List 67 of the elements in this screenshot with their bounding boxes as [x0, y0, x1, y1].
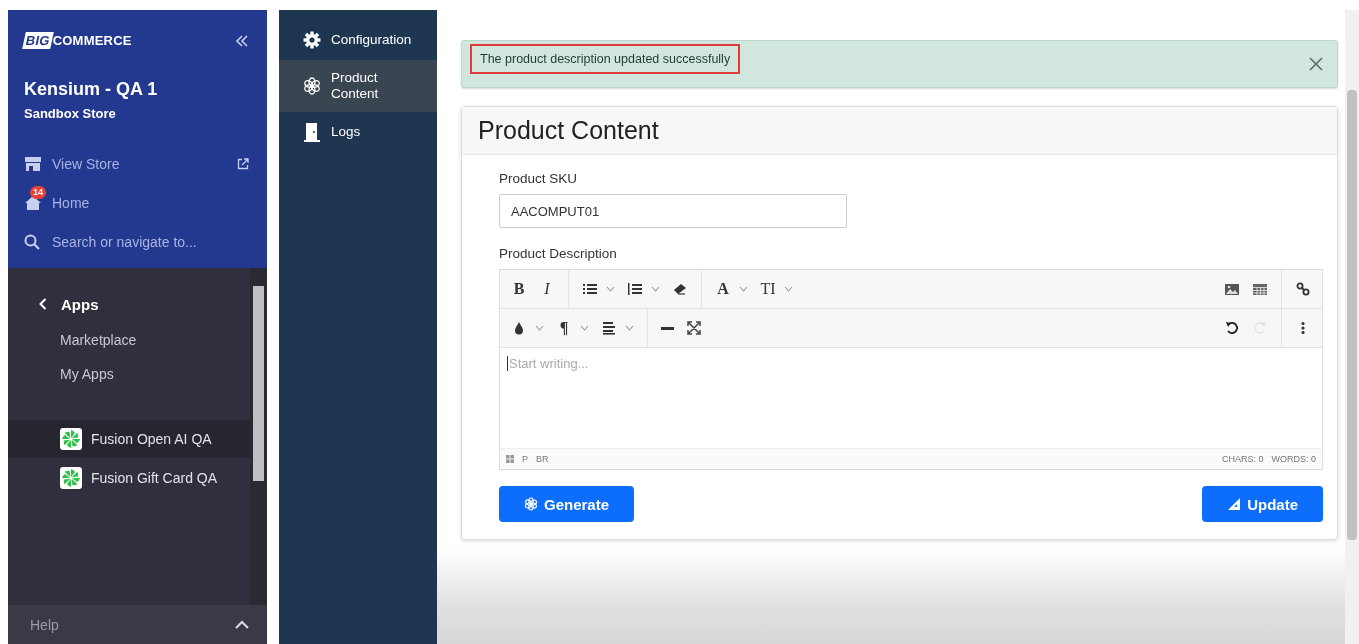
search-field[interactable]: Search or navigate to... — [52, 233, 251, 250]
chevron-down-icon — [625, 325, 634, 331]
element-path[interactable]: BR — [536, 454, 549, 464]
scrollbar[interactable] — [1345, 10, 1359, 644]
image-icon — [1224, 281, 1240, 297]
link-icon — [1295, 281, 1311, 297]
search-icon — [24, 233, 40, 250]
collapse-icon[interactable] — [235, 34, 249, 47]
store-name: Kensium - QA 1 — [24, 79, 159, 100]
section-title[interactable]: Apps — [61, 295, 99, 313]
chevron-down-icon — [784, 286, 793, 292]
scrollbar[interactable] — [250, 268, 267, 605]
notification-badge: 14 — [30, 185, 46, 199]
list-icon — [582, 281, 598, 297]
fullscreen-icon — [686, 320, 702, 336]
toolbar-button[interactable]: ¶ — [553, 319, 592, 337]
nav-link[interactable]: Marketplace — [8, 332, 250, 348]
ruler-triangle-icon — [1227, 497, 1242, 511]
eraser-icon — [672, 281, 688, 297]
toolbar-button[interactable]: B — [508, 280, 530, 298]
word-count: WORDS: 0 — [1271, 454, 1316, 464]
card-title: Product Content — [478, 116, 659, 145]
sku-field[interactable]: AACOMPUT01 — [499, 194, 847, 228]
door-icon — [304, 122, 320, 142]
pinwheel-icon — [60, 428, 82, 450]
store-type: Sandbox Store — [24, 106, 117, 121]
chevron-down-icon — [606, 286, 615, 292]
flower-icon — [303, 77, 321, 95]
nav-link[interactable]: Home — [52, 194, 251, 211]
placeholder-text: Start writing... — [507, 356, 589, 371]
close-icon[interactable] — [1309, 57, 1323, 71]
align-icon — [601, 320, 617, 336]
pinwheel-icon — [60, 467, 82, 489]
app-item[interactable]: Fusion Gift Card QA — [8, 459, 250, 497]
alert-message: The product description updated successfully — [470, 44, 741, 74]
toolbar-button[interactable]: A — [712, 280, 751, 298]
menu-item[interactable]: Product Content — [279, 60, 437, 112]
chevron-down-icon — [739, 286, 748, 292]
field-label: Product SKU — [499, 171, 579, 186]
field-label: Product Description — [499, 246, 618, 261]
chevron-down-icon — [535, 325, 544, 331]
menu-item[interactable]: Logs — [279, 112, 437, 152]
toolbar-button[interactable]: I — [536, 280, 558, 298]
chevron-down-icon — [651, 286, 660, 292]
settings-icon — [303, 31, 321, 49]
nav-link[interactable]: View Store — [52, 155, 237, 172]
logo-mark: BIG — [22, 32, 54, 49]
nav-link[interactable]: My Apps — [8, 366, 250, 382]
update-button[interactable]: Update — [1202, 486, 1323, 522]
table-icon — [1252, 281, 1268, 297]
element-path[interactable]: P — [522, 454, 528, 464]
numbered-list-icon — [627, 281, 643, 297]
app-item[interactable]: Fusion Open AI QA — [8, 420, 250, 458]
char-count: CHARS: 0 — [1221, 454, 1264, 464]
back-icon[interactable] — [39, 298, 47, 310]
toolbar-button[interactable]: TI — [757, 280, 796, 298]
logo-text: COMMERCE — [52, 33, 132, 48]
external-link-icon — [237, 157, 249, 170]
help-bar[interactable]: Help — [8, 605, 267, 644]
store-icon — [24, 155, 42, 172]
chevron-up-icon — [235, 620, 249, 629]
chevron-down-icon — [580, 325, 589, 331]
undo-icon — [1224, 320, 1240, 336]
grid-icon — [506, 455, 514, 463]
menu-item[interactable]: Configuration — [279, 20, 437, 60]
flower-icon — [524, 497, 538, 511]
generate-button[interactable]: Generate — [499, 486, 635, 522]
